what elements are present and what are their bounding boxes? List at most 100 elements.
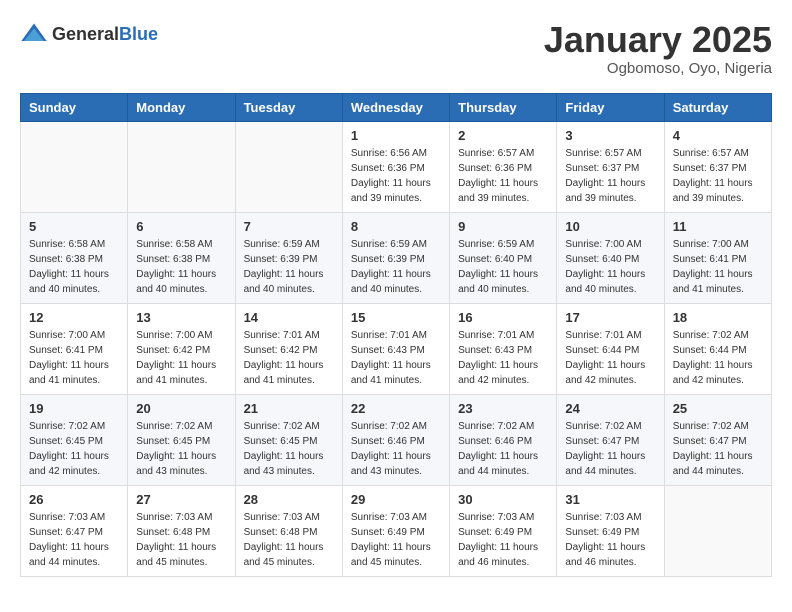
day-info: Sunrise: 7:02 AMSunset: 6:47 PMDaylight:… bbox=[565, 419, 655, 479]
calendar-cell: 30Sunrise: 7:03 AMSunset: 6:49 PMDayligh… bbox=[450, 485, 557, 576]
day-number: 27 bbox=[136, 492, 226, 507]
logo-text-blue: Blue bbox=[119, 24, 158, 44]
calendar-cell: 28Sunrise: 7:03 AMSunset: 6:48 PMDayligh… bbox=[235, 485, 342, 576]
calendar-table: SundayMondayTuesdayWednesdayThursdayFrid… bbox=[20, 93, 772, 577]
day-number: 19 bbox=[29, 401, 119, 416]
day-info: Sunrise: 7:03 AMSunset: 6:48 PMDaylight:… bbox=[136, 510, 226, 570]
day-number: 25 bbox=[673, 401, 763, 416]
day-number: 6 bbox=[136, 219, 226, 234]
calendar-cell: 5 Sunrise: 6:58 AMSunset: 6:38 PMDaylight… bbox=[21, 212, 128, 303]
day-number: 22 bbox=[351, 401, 441, 416]
day-info: Sunrise: 7:00 AMSunset: 6:41 PMDaylight:… bbox=[673, 237, 763, 297]
day-info: Sunrise: 7:02 AMSunset: 6:46 PMDaylight:… bbox=[351, 419, 441, 479]
calendar-cell: 14 Sunrise: 7:01 AMSunset: 6:42 PMDayligh… bbox=[235, 303, 342, 394]
day-number: 29 bbox=[351, 492, 441, 507]
calendar-cell: 10Sunrise: 7:00 AMSunset: 6:40 PMDayligh… bbox=[557, 212, 664, 303]
day-number: 14 bbox=[244, 310, 334, 325]
day-number: 26 bbox=[29, 492, 119, 507]
weekday-header-row: SundayMondayTuesdayWednesdayThursdayFrid… bbox=[21, 93, 772, 121]
calendar-cell: 9 Sunrise: 6:59 AMSunset: 6:40 PMDaylight… bbox=[450, 212, 557, 303]
calendar-cell: 26Sunrise: 7:03 AMSunset: 6:47 PMDayligh… bbox=[21, 485, 128, 576]
calendar-cell: 23 Sunrise: 7:02 AMSunset: 6:46 PMDayligh… bbox=[450, 394, 557, 485]
calendar-cell: 7 Sunrise: 6:59 AMSunset: 6:39 PMDaylight… bbox=[235, 212, 342, 303]
calendar-cell: 15Sunrise: 7:01 AMSunset: 6:43 PMDayligh… bbox=[342, 303, 449, 394]
calendar-cell: 13 Sunrise: 7:00 AMSunset: 6:42 PMDayligh… bbox=[128, 303, 235, 394]
day-info: Sunrise: 6:57 AMSunset: 6:36 PMDaylight:… bbox=[458, 146, 548, 206]
calendar-cell: 27 Sunrise: 7:03 AMSunset: 6:48 PMDayligh… bbox=[128, 485, 235, 576]
day-info: Sunrise: 7:02 AMSunset: 6:45 PMDaylight:… bbox=[29, 419, 119, 479]
calendar-cell: 16 Sunrise: 7:01 AMSunset: 6:43 PMDayligh… bbox=[450, 303, 557, 394]
weekday-header-sunday: Sunday bbox=[21, 93, 128, 121]
day-info: Sunrise: 7:02 AMSunset: 6:47 PMDaylight:… bbox=[673, 419, 763, 479]
day-number: 24 bbox=[565, 401, 655, 416]
day-info: Sunrise: 7:01 AMSunset: 6:42 PMDaylight:… bbox=[244, 328, 334, 388]
day-info: Sunrise: 6:59 AMSunset: 6:39 PMDaylight:… bbox=[351, 237, 441, 297]
day-info: Sunrise: 7:01 AMSunset: 6:43 PMDaylight:… bbox=[351, 328, 441, 388]
day-info: Sunrise: 6:59 AMSunset: 6:40 PMDaylight:… bbox=[458, 237, 548, 297]
day-info: Sunrise: 6:58 AMSunset: 6:38 PMDaylight:… bbox=[136, 237, 226, 297]
day-number: 13 bbox=[136, 310, 226, 325]
weekday-header-tuesday: Tuesday bbox=[235, 93, 342, 121]
day-number: 16 bbox=[458, 310, 548, 325]
month-title: January 2025 bbox=[544, 20, 772, 60]
day-info: Sunrise: 7:00 AMSunset: 6:42 PMDaylight:… bbox=[136, 328, 226, 388]
calendar-cell: 19 Sunrise: 7:02 AMSunset: 6:45 PMDayligh… bbox=[21, 394, 128, 485]
logo: GeneralBlue bbox=[20, 20, 158, 48]
calendar-cell: 18 Sunrise: 7:02 AMSunset: 6:44 PMDayligh… bbox=[664, 303, 771, 394]
page-header: GeneralBlue January 2025 Ogbomoso, Oyo, … bbox=[20, 20, 772, 77]
day-number: 3 bbox=[565, 128, 655, 143]
day-info: Sunrise: 7:02 AMSunset: 6:44 PMDaylight:… bbox=[673, 328, 763, 388]
day-info: Sunrise: 6:57 AMSunset: 6:37 PMDaylight:… bbox=[673, 146, 763, 206]
calendar-cell: 3 Sunrise: 6:57 AMSunset: 6:37 PMDaylight… bbox=[557, 121, 664, 212]
day-number: 7 bbox=[244, 219, 334, 234]
day-info: Sunrise: 7:03 AMSunset: 6:48 PMDaylight:… bbox=[244, 510, 334, 570]
weekday-header-wednesday: Wednesday bbox=[342, 93, 449, 121]
week-row-4: 19 Sunrise: 7:02 AMSunset: 6:45 PMDayligh… bbox=[21, 394, 772, 485]
calendar-cell: 22 Sunrise: 7:02 AMSunset: 6:46 PMDayligh… bbox=[342, 394, 449, 485]
calendar-cell: 17 Sunrise: 7:01 AMSunset: 6:44 PMDayligh… bbox=[557, 303, 664, 394]
day-number: 9 bbox=[458, 219, 548, 234]
calendar-cell: 31Sunrise: 7:03 AMSunset: 6:49 PMDayligh… bbox=[557, 485, 664, 576]
day-number: 4 bbox=[673, 128, 763, 143]
day-info: Sunrise: 7:00 AMSunset: 6:41 PMDaylight:… bbox=[29, 328, 119, 388]
day-number: 23 bbox=[458, 401, 548, 416]
week-row-1: 1Sunrise: 6:56 AMSunset: 6:36 PMDaylight… bbox=[21, 121, 772, 212]
day-info: Sunrise: 7:02 AMSunset: 6:45 PMDaylight:… bbox=[136, 419, 226, 479]
calendar-cell: 24 Sunrise: 7:02 AMSunset: 6:47 PMDayligh… bbox=[557, 394, 664, 485]
day-info: Sunrise: 6:59 AMSunset: 6:39 PMDaylight:… bbox=[244, 237, 334, 297]
day-info: Sunrise: 7:02 AMSunset: 6:46 PMDaylight:… bbox=[458, 419, 548, 479]
day-info: Sunrise: 6:57 AMSunset: 6:37 PMDaylight:… bbox=[565, 146, 655, 206]
day-number: 5 bbox=[29, 219, 119, 234]
calendar-cell: 20 Sunrise: 7:02 AMSunset: 6:45 PMDayligh… bbox=[128, 394, 235, 485]
title-section: January 2025 Ogbomoso, Oyo, Nigeria bbox=[544, 20, 772, 77]
week-row-5: 26Sunrise: 7:03 AMSunset: 6:47 PMDayligh… bbox=[21, 485, 772, 576]
calendar-cell: 2Sunrise: 6:57 AMSunset: 6:36 PMDaylight… bbox=[450, 121, 557, 212]
day-info: Sunrise: 7:01 AMSunset: 6:44 PMDaylight:… bbox=[565, 328, 655, 388]
day-number: 18 bbox=[673, 310, 763, 325]
day-info: Sunrise: 7:03 AMSunset: 6:49 PMDaylight:… bbox=[565, 510, 655, 570]
day-info: Sunrise: 7:03 AMSunset: 6:49 PMDaylight:… bbox=[351, 510, 441, 570]
calendar-cell: 11 Sunrise: 7:00 AMSunset: 6:41 PMDayligh… bbox=[664, 212, 771, 303]
day-number: 11 bbox=[673, 219, 763, 234]
day-number: 12 bbox=[29, 310, 119, 325]
week-row-2: 5 Sunrise: 6:58 AMSunset: 6:38 PMDaylight… bbox=[21, 212, 772, 303]
calendar-cell: 29 Sunrise: 7:03 AMSunset: 6:49 PMDayligh… bbox=[342, 485, 449, 576]
week-row-3: 12 Sunrise: 7:00 AMSunset: 6:41 PMDayligh… bbox=[21, 303, 772, 394]
day-number: 20 bbox=[136, 401, 226, 416]
calendar-cell: 4 Sunrise: 6:57 AMSunset: 6:37 PMDaylight… bbox=[664, 121, 771, 212]
calendar-cell: 25 Sunrise: 7:02 AMSunset: 6:47 PMDayligh… bbox=[664, 394, 771, 485]
day-number: 1 bbox=[351, 128, 441, 143]
weekday-header-saturday: Saturday bbox=[664, 93, 771, 121]
day-info: Sunrise: 7:00 AMSunset: 6:40 PMDaylight:… bbox=[565, 237, 655, 297]
day-number: 8 bbox=[351, 219, 441, 234]
day-info: Sunrise: 6:58 AMSunset: 6:38 PMDaylight:… bbox=[29, 237, 119, 297]
calendar-cell: 8 Sunrise: 6:59 AMSunset: 6:39 PMDaylight… bbox=[342, 212, 449, 303]
day-number: 17 bbox=[565, 310, 655, 325]
weekday-header-friday: Friday bbox=[557, 93, 664, 121]
location: Ogbomoso, Oyo, Nigeria bbox=[544, 60, 772, 77]
calendar-cell bbox=[21, 121, 128, 212]
day-number: 30 bbox=[458, 492, 548, 507]
day-info: Sunrise: 7:01 AMSunset: 6:43 PMDaylight:… bbox=[458, 328, 548, 388]
day-number: 21 bbox=[244, 401, 334, 416]
calendar-cell: 12 Sunrise: 7:00 AMSunset: 6:41 PMDayligh… bbox=[21, 303, 128, 394]
